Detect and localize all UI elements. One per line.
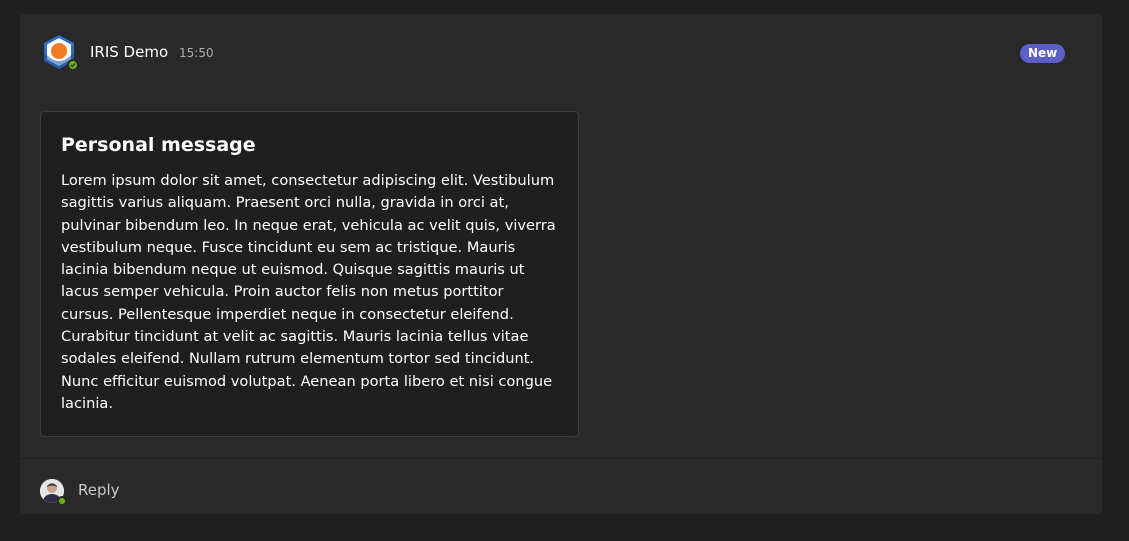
post-footer: Reply <box>20 459 1102 514</box>
user-available-status-icon <box>57 496 67 506</box>
reply-button[interactable]: Reply <box>78 481 120 499</box>
message-timestamp: 15:50 <box>179 46 214 60</box>
new-badge: New <box>1020 44 1066 63</box>
post-header: IRIS Demo 15:50 New <box>20 14 1102 94</box>
card-body: Lorem ipsum dolor sit amet, consectetur … <box>61 172 556 412</box>
sender-name[interactable]: IRIS Demo <box>90 43 168 61</box>
adaptive-card: Personal message Lorem ipsum dolor sit a… <box>40 111 579 437</box>
iris-bot-icon[interactable] <box>41 34 79 71</box>
available-status-icon <box>67 59 79 71</box>
user-avatar-icon <box>40 479 67 506</box>
message-post: IRIS Demo 15:50 New Personal message Lor… <box>20 14 1102 514</box>
card-title: Personal message <box>61 134 256 156</box>
